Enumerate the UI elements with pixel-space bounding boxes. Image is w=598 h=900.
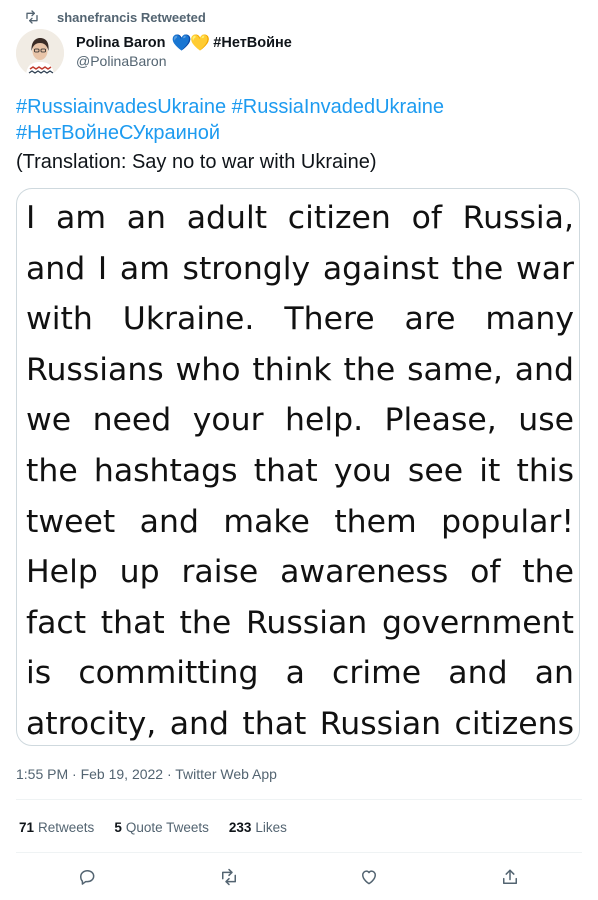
retweet-banner-text[interactable]: shanefrancis Retweeted [57,10,206,25]
reply-icon [80,870,95,885]
divider [16,799,582,800]
quotes-count: 5 [114,820,122,835]
retweet-icon [24,9,40,25]
yellow-heart-icon: 💛 [190,35,211,52]
share-button[interactable] [499,866,521,888]
author-name[interactable]: Polina Baron [76,35,165,51]
tweet-image-text: I am an adult citizen of Russia, and I a… [26,200,574,742]
quotes-label: Quote Tweets [125,820,209,835]
hashtag-line[interactable]: #RussiainvadesUkraine #RussiaInvadedUkra… [16,94,576,120]
quotes-stat[interactable]: 5 Quote Tweets [114,820,209,835]
hashtag-line[interactable]: #НетВойнеСУкраиной [16,120,576,146]
author-name-hashtag: #НетВойне [213,35,292,51]
author-name-line[interactable]: Polina Baron 💙💛 #НетВойне [76,33,292,53]
likes-stat[interactable]: 233 Likes [229,820,287,835]
tweet-stats: 71 Retweets 5 Quote Tweets 233 Likes [19,820,307,835]
blue-heart-icon: 💙 [171,35,192,52]
likes-label: Likes [255,820,287,835]
avatar[interactable] [16,29,64,77]
retweet-button[interactable] [218,866,240,888]
like-button[interactable] [358,866,380,888]
tweet-actions [0,862,598,892]
heart-emojis: 💙💛 [171,33,210,53]
retweets-label: Retweets [38,820,95,835]
retweet-banner: shanefrancis Retweeted [16,9,206,25]
tweet-translation: (Translation: Say no to war with Ukraine… [16,151,377,173]
divider [16,852,582,853]
retweets-count: 71 [19,820,35,835]
likes-count: 233 [228,820,252,835]
tweet-image[interactable]: I am an adult citizen of Russia, and I a… [16,188,580,746]
tweet-timestamp[interactable]: 1:55 PM · Feb 19, 2022 · Twitter Web App [16,766,277,782]
author-handle[interactable]: @PolinaBaron [76,53,167,69]
reply-button[interactable] [76,866,98,888]
retweet-icon [222,868,236,886]
tweet-hashtags: #RussiainvadesUkraine #RussiaInvadedUkra… [16,94,576,146]
like-icon [362,870,376,885]
share-icon [503,869,517,884]
retweets-stat[interactable]: 71 Retweets [19,820,94,835]
